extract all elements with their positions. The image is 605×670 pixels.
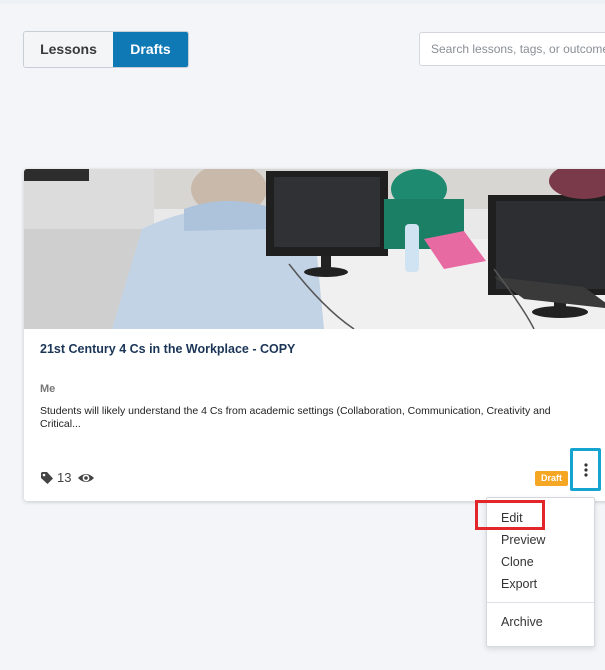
tab-lessons[interactable]: Lessons [24, 32, 113, 67]
menu-item-clone[interactable]: Clone [501, 555, 534, 569]
tab-drafts[interactable]: Drafts [113, 32, 188, 67]
lesson-thumbnail [24, 169, 605, 329]
menu-item-preview[interactable]: Preview [501, 533, 545, 547]
eye-icon [78, 473, 95, 482]
search-box [419, 32, 605, 66]
search-input[interactable] [420, 33, 605, 65]
status-badge: Draft [535, 471, 569, 486]
lesson-title[interactable]: 21st Century 4 Cs in the Workplace - COP… [40, 342, 295, 356]
lesson-author: Me [40, 383, 56, 395]
tag-icon [41, 471, 53, 484]
menu-item-archive[interactable]: Archive [501, 615, 543, 629]
card-footer: 13 [40, 470, 95, 485]
menu-divider [487, 602, 594, 603]
lessons-drafts-toggle: Lessons Drafts [23, 31, 189, 68]
more-options-button[interactable] [570, 448, 601, 491]
classroom-photo [24, 169, 605, 329]
kebab-menu-icon [583, 462, 588, 477]
edit-highlight-box [475, 500, 545, 530]
menu-item-export[interactable]: Export [501, 577, 537, 591]
top-strip [0, 0, 605, 4]
tag-count: 13 [57, 470, 72, 485]
lesson-card[interactable]: 21st Century 4 Cs in the Workplace - COP… [24, 169, 605, 501]
lesson-description: Students will likely understand the 4 Cs… [40, 405, 551, 430]
